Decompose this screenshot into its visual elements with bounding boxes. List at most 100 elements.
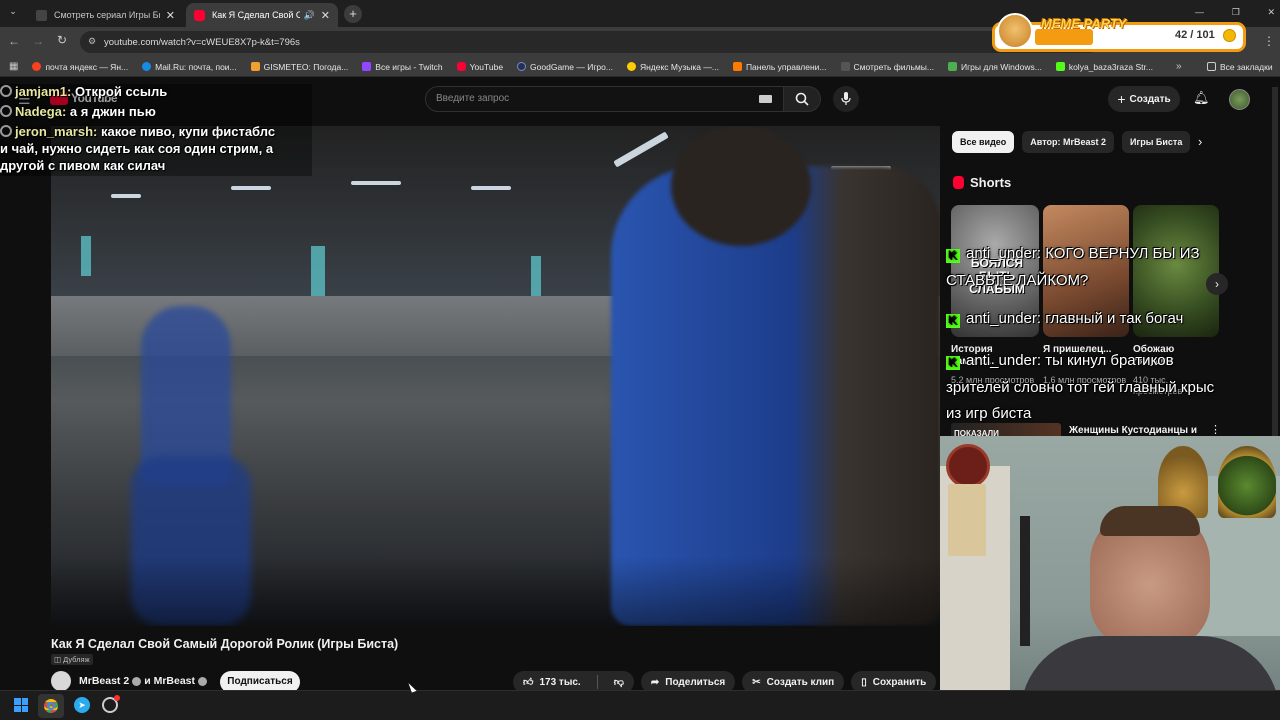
- chip-all-videos[interactable]: Все видео: [952, 131, 1015, 153]
- keyboard-icon[interactable]: [759, 95, 772, 103]
- tab-active[interactable]: Как Я Сделал Свой Самый 🔊 ✕: [186, 3, 338, 27]
- meme-party-label: MEME PARTY: [1041, 16, 1127, 31]
- yandex-icon: [32, 62, 42, 71]
- search-input[interactable]: Введите запрос: [425, 86, 785, 112]
- bookmark-item[interactable]: Панель управлени...: [732, 62, 827, 72]
- telegram-taskbar-icon[interactable]: ➤: [74, 697, 90, 713]
- close-window-icon[interactable]: ✕: [1267, 7, 1275, 18]
- kick-icon: [1055, 62, 1065, 71]
- kick-chat-message-continued: СТАВЬТЕ ЛАЙКОМ?: [946, 272, 1089, 289]
- tab-title: Как Я Сделал Свой Самый: [212, 10, 300, 20]
- bookmarks-overflow-icon[interactable]: »: [1176, 61, 1182, 72]
- kick-badge-icon: K: [946, 314, 960, 328]
- bookmark-item[interactable]: Игры для Windows...: [947, 62, 1042, 72]
- tab-title: Смотреть сериал Игры Биста ...: [54, 10, 160, 20]
- dub-icon: ◫: [54, 655, 62, 664]
- chips-next-icon[interactable]: ›: [1198, 134, 1202, 149]
- bookmark-item[interactable]: GoodGame — Игро...: [517, 62, 613, 72]
- video-player[interactable]: [51, 126, 940, 626]
- coin-icon: [1223, 29, 1236, 42]
- notifications-bell-icon[interactable]: 🔔︎: [1193, 90, 1210, 106]
- tab-close-icon[interactable]: ✕: [321, 9, 330, 22]
- chat-message: Nadega: а я джин пью: [0, 104, 156, 121]
- kick-chat-message-continued: из игр биста: [946, 405, 1032, 422]
- back-icon[interactable]: ←: [8, 34, 20, 48]
- youtube-icon: [456, 62, 466, 71]
- thumbs-down-icon: 👎︎: [613, 677, 624, 688]
- chat-message: jeron_marsh: какое пиво, купи фистаблс: [0, 124, 275, 141]
- meme-party-count: 42 / 101: [1175, 29, 1215, 41]
- meme-party-progress-fill: [1035, 29, 1093, 45]
- voice-search-button[interactable]: [833, 86, 859, 112]
- divider: [596, 675, 598, 689]
- twitch-icon: [362, 62, 372, 71]
- all-bookmarks[interactable]: Все закладки: [1207, 62, 1273, 72]
- speaker-icon[interactable]: 🔊: [304, 10, 315, 21]
- address-bar[interactable]: ⚙ youtube.com/watch?v=cWEUE8X7p-k&t=796s: [80, 31, 1100, 53]
- shorts-icon: [953, 176, 964, 189]
- games-windows-icon: [947, 62, 957, 71]
- chat-message-continued: другой с пивом как силач: [0, 158, 166, 173]
- search-button[interactable]: [783, 86, 821, 112]
- minimize-icon[interactable]: —: [1195, 7, 1204, 18]
- bookmark-item[interactable]: Mail.Ru: почта, пои...: [142, 62, 237, 72]
- more-actions-icon[interactable]: ⋮: [1210, 423, 1221, 436]
- kick-chat-message: Kanti_under: главный и так богач: [946, 309, 1183, 328]
- tab-close-icon[interactable]: ✕: [166, 9, 175, 22]
- gismeteo-icon: [250, 62, 260, 71]
- video-title: Как Я Сделал Свой Самый Дорогой Ролик (И…: [51, 637, 399, 651]
- kick-chat-message: Kanti_under: ты кинул братиков: [946, 351, 1174, 370]
- meme-party-widget: MEME PARTY 42 / 101: [992, 13, 1246, 52]
- channel-avatar[interactable]: [51, 671, 71, 691]
- bookmark-item[interactable]: GISMETEO: Погода...: [250, 62, 348, 72]
- url-text: youtube.com/watch?v=cWEUE8X7p-k&t=796s: [104, 36, 300, 48]
- bookmark-item[interactable]: Яндекс Музыка —...: [626, 62, 719, 72]
- related-video-title[interactable]: Женщины Кустодианцы и: [1069, 425, 1197, 436]
- channel-name[interactable]: MrBeast 2 и MrBeast: [79, 675, 208, 687]
- chrome-taskbar-icon[interactable]: [38, 694, 64, 718]
- verified-icon: [198, 676, 208, 686]
- webcam-feed: [940, 436, 1280, 720]
- stream-chat-overlay: jamjam1: Открой ссыль Nadega: а я джин п…: [0, 84, 312, 176]
- chip-beast-games[interactable]: Игры Биста: [1122, 131, 1191, 153]
- windows-taskbar: ➤: [0, 690, 1280, 720]
- bookmark-icon: ▯: [861, 676, 867, 688]
- account-avatar[interactable]: [1229, 89, 1250, 110]
- bookmark-item[interactable]: почта яндекс — Ян...: [32, 62, 128, 72]
- bookmark-item[interactable]: YouTube: [456, 62, 503, 72]
- related-filter-chips: Все видео Автор: MrBeast 2 Игры Биста: [952, 131, 1191, 155]
- bookmark-item[interactable]: Смотреть фильмы...: [840, 62, 934, 72]
- shorts-header: Shorts: [953, 175, 1011, 190]
- folder-icon: [1207, 62, 1216, 71]
- bookmarks-bar: ▦ почта яндекс — Ян... Mail.Ru: почта, п…: [0, 57, 1280, 77]
- chat-message-continued: и чай, нужно сидеть как соя один стрим, …: [0, 141, 274, 156]
- kick-badge-icon: K: [946, 249, 960, 263]
- related-video-thumbnail[interactable]: ПОКАЗАЛИ: [951, 423, 1061, 438]
- chat-message: jamjam1: Открой ссыль: [0, 84, 167, 101]
- more-menu-icon[interactable]: ⋮: [1263, 34, 1275, 48]
- film-icon: [840, 62, 850, 71]
- notification-dot: [114, 695, 120, 701]
- site-info-icon[interactable]: ⚙: [88, 36, 96, 47]
- reload-icon[interactable]: ↻: [57, 33, 67, 47]
- thumbs-up-icon: 👍︎: [523, 677, 534, 688]
- verified-icon: [132, 676, 142, 686]
- orc-medal-icon: [1218, 446, 1276, 518]
- shorts-next-button[interactable]: ›: [1206, 273, 1228, 295]
- new-tab-button[interactable]: +: [344, 5, 362, 23]
- forward-icon[interactable]: →: [32, 34, 44, 48]
- tab-inactive[interactable]: Смотреть сериал Игры Биста ... ✕: [28, 3, 183, 27]
- maximize-icon[interactable]: ❐: [1232, 7, 1240, 18]
- create-button[interactable]: + Создать: [1108, 86, 1180, 112]
- mailru-icon: [142, 62, 152, 71]
- parchment-scroll: [948, 484, 986, 556]
- doge-avatar-icon: [997, 13, 1033, 49]
- tab-favicon-icon: [36, 9, 47, 21]
- tab-list-chevron-icon[interactable]: ⌄: [6, 6, 20, 20]
- bookmark-item[interactable]: Все игры - Twitch: [362, 62, 443, 72]
- youtube-favicon-icon: [194, 9, 205, 21]
- chip-author[interactable]: Автор: MrBeast 2: [1022, 131, 1115, 153]
- bookmark-item[interactable]: kolya_baza3raza Str...: [1055, 62, 1153, 72]
- windows-start-icon[interactable]: [14, 698, 28, 712]
- apps-grid-icon[interactable]: ▦: [9, 61, 18, 72]
